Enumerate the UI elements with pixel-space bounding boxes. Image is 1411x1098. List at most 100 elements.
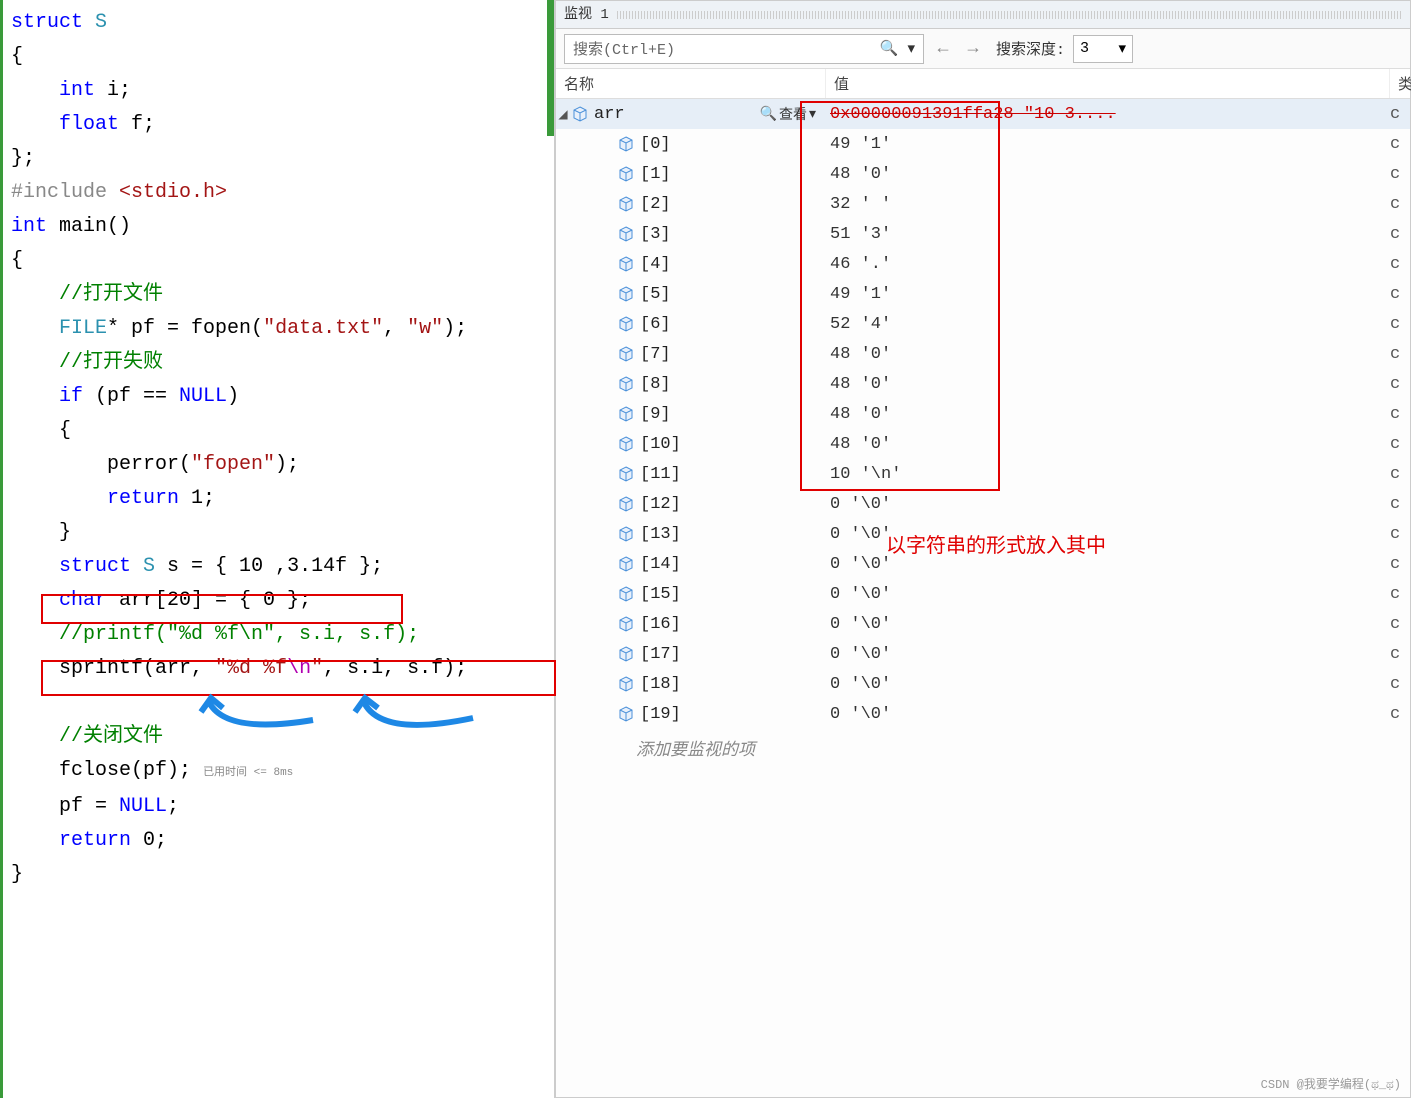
code-editor[interactable]: struct S { int i; float f; }; #include <…: [0, 0, 555, 1098]
watch-row[interactable]: [6]52 '4'c: [556, 309, 1410, 339]
keyword-char: char: [59, 589, 107, 612]
annotation-note: 以字符串的形式放入其中: [886, 529, 1106, 559]
watch-row[interactable]: [5]49 '1'c: [556, 279, 1410, 309]
view-button[interactable]: 🔍查看 ▾: [760, 104, 816, 124]
watch-grid-header: 名称 值 类: [556, 69, 1410, 99]
add-watch-item[interactable]: 添加要监视的项: [556, 729, 1410, 767]
code-block[interactable]: struct S { int i; float f; }; #include <…: [3, 0, 555, 898]
var-value: 0 '\0': [826, 615, 1390, 634]
field-icon: [618, 676, 634, 692]
watch-row[interactable]: [9]48 '0'c: [556, 399, 1410, 429]
watch-row[interactable]: [2]32 ' 'c: [556, 189, 1410, 219]
depth-value: 3: [1080, 40, 1089, 57]
search-placeholder: 搜索(Ctrl+E): [573, 38, 675, 59]
var-type: c: [1390, 705, 1410, 724]
watch-row[interactable]: [15] 0 '\0'c: [556, 579, 1410, 609]
watch-rows[interactable]: ◢ arr 🔍查看 ▾ 0x00000091391ffa28 "10 3....…: [556, 99, 1410, 1097]
var-value: 0 '\0': [826, 585, 1390, 604]
search-icon[interactable]: 🔍 ▾: [880, 39, 915, 58]
var-type: c: [1390, 495, 1410, 514]
field-icon: [618, 196, 634, 212]
field-icon: [618, 376, 634, 392]
var-value: 0x00000091391ffa28 "10 3....: [830, 105, 1116, 124]
watch-row[interactable]: [8]48 '0'c: [556, 369, 1410, 399]
watch-row[interactable]: [12]0 '\0'c: [556, 489, 1410, 519]
search-input[interactable]: 搜索(Ctrl+E) 🔍 ▾: [564, 34, 924, 64]
var-type: c: [1390, 105, 1410, 124]
var-type: c: [1390, 585, 1410, 604]
field-icon: [618, 166, 634, 182]
nav-back-button[interactable]: ←: [932, 38, 954, 60]
comment: //printf("%d %f\n", s.i, s.f);: [59, 623, 419, 646]
var-value: 0 '\0': [826, 705, 1390, 724]
watch-row[interactable]: [1]48 '0'c: [556, 159, 1410, 189]
var-value: 49 '1': [826, 135, 1390, 154]
var-value: 48 '0': [826, 405, 1390, 424]
var-type: c: [1390, 315, 1410, 334]
var-index: [19]: [640, 705, 681, 724]
brace: {: [11, 45, 23, 68]
var-type: c: [1390, 675, 1410, 694]
field-icon: [618, 586, 634, 602]
keyword-int: int: [59, 79, 95, 102]
field-icon: [618, 706, 634, 722]
var-index: [1]: [640, 165, 671, 184]
var-index: [18]: [640, 675, 681, 694]
watch-title-bar[interactable]: 监视 1: [556, 1, 1410, 29]
watch-row[interactable]: [10]48 '0'c: [556, 429, 1410, 459]
watch-row-root[interactable]: ◢ arr 🔍查看 ▾ 0x00000091391ffa28 "10 3....…: [556, 99, 1410, 129]
field-icon: [618, 226, 634, 242]
var-value: 10 '\n': [826, 465, 1390, 484]
watch-row[interactable]: [19] 0 '\0'c: [556, 699, 1410, 729]
var-value: 51 '3': [826, 225, 1390, 244]
var-index: [15]: [640, 585, 681, 604]
type-s: S: [83, 11, 107, 34]
var-index: [3]: [640, 225, 671, 244]
var-index: [4]: [640, 255, 671, 274]
nav-forward-button[interactable]: →: [962, 38, 984, 60]
watch-window[interactable]: 监视 1 搜索(Ctrl+E) 🔍 ▾ ← → 搜索深度: 3▾ 名称 值 类 …: [555, 0, 1411, 1098]
var-value: 48 '0': [826, 345, 1390, 364]
watch-toolbar: 搜索(Ctrl+E) 🔍 ▾ ← → 搜索深度: 3▾: [556, 29, 1410, 69]
var-value: 49 '1': [826, 285, 1390, 304]
var-index: [2]: [640, 195, 671, 214]
var-type: c: [1390, 165, 1410, 184]
var-type: c: [1390, 375, 1410, 394]
var-type: c: [1390, 135, 1410, 154]
var-index: [9]: [640, 405, 671, 424]
var-type: c: [1390, 615, 1410, 634]
watch-row[interactable]: [17]0 '\0'c: [556, 639, 1410, 669]
watch-row[interactable]: [11]10 '\n'c: [556, 459, 1410, 489]
depth-label: 搜索深度:: [996, 38, 1065, 59]
watch-row[interactable]: [7]48 '0'c: [556, 339, 1410, 369]
watch-row[interactable]: [16]0 '\0'c: [556, 609, 1410, 639]
var-value: 0 '\0': [826, 675, 1390, 694]
keyword-struct: struct: [11, 11, 83, 34]
field-icon: [618, 316, 634, 332]
field-icon: [618, 436, 634, 452]
watch-row[interactable]: [0]49 '1'c: [556, 129, 1410, 159]
var-value: 0 '\0': [826, 645, 1390, 664]
var-type: c: [1390, 555, 1410, 574]
var-type: c: [1390, 345, 1410, 364]
include-directive: #include: [11, 181, 119, 204]
include-header: <stdio.h>: [119, 181, 227, 204]
chevron-down-icon: ▾: [1118, 39, 1126, 58]
col-header-value[interactable]: 值: [826, 69, 1390, 98]
keyword-float: float: [59, 113, 119, 136]
comment: //关闭文件: [59, 725, 163, 748]
var-index: [10]: [640, 435, 681, 454]
watch-row[interactable]: [18] 0 '\0'c: [556, 669, 1410, 699]
watch-row[interactable]: [4]46 '.'c: [556, 249, 1410, 279]
keyword-if: if: [59, 385, 83, 408]
comment: //打开文件: [59, 283, 163, 306]
watch-row[interactable]: [3]51 '3'c: [556, 219, 1410, 249]
var-name: arr: [594, 105, 625, 124]
var-index: [12]: [640, 495, 681, 514]
col-header-name[interactable]: 名称: [556, 69, 826, 98]
depth-select[interactable]: 3▾: [1073, 35, 1133, 63]
object-icon: [572, 106, 588, 122]
col-header-type[interactable]: 类: [1390, 69, 1410, 98]
collapse-icon[interactable]: ◢: [556, 107, 570, 122]
var-value: 52 '4': [826, 315, 1390, 334]
